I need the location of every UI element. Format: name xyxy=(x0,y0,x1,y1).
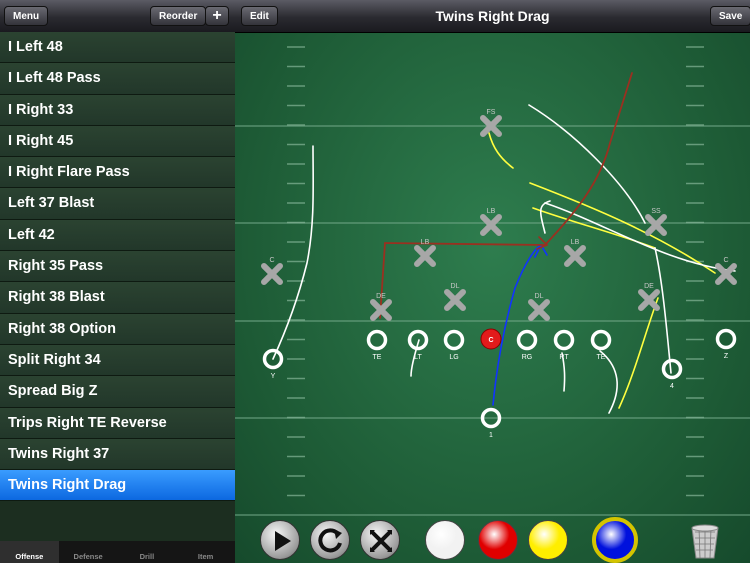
tab-item[interactable]: Item xyxy=(176,541,235,563)
reorder-button[interactable]: Reorder xyxy=(150,6,207,26)
reset-button[interactable] xyxy=(310,520,350,560)
save-button[interactable]: Save xyxy=(710,6,750,26)
play-list-item[interactable]: Left 37 Blast xyxy=(0,188,235,220)
play-list-item[interactable]: I Left 48 Pass xyxy=(0,63,235,95)
defender-label: C xyxy=(269,257,274,264)
hash-marks xyxy=(287,46,704,497)
play-icon xyxy=(275,531,291,551)
player-label: RG xyxy=(522,354,533,361)
shuffle-icon xyxy=(370,530,392,552)
play-list-item[interactable]: I Right 33 xyxy=(0,94,235,126)
defender-marker[interactable]: SS xyxy=(645,208,667,236)
play-list-item[interactable]: Right 35 Pass xyxy=(0,251,235,283)
color-swatch[interactable] xyxy=(592,517,638,563)
offense-player-marker[interactable]: TE xyxy=(366,329,388,362)
play-list-item[interactable]: I Right 45 xyxy=(0,125,235,158)
route-red-drag xyxy=(379,72,633,319)
play-list-item[interactable]: Trips Right TE Reverse xyxy=(0,407,235,439)
defender-label: DL xyxy=(535,293,544,300)
player-label: Y xyxy=(271,373,276,380)
route-white-lb xyxy=(539,200,551,234)
defender-marker[interactable]: LB xyxy=(480,208,502,236)
defender-marker[interactable]: C xyxy=(261,257,283,285)
defender-marker[interactable]: LB xyxy=(564,239,586,267)
center-marker[interactable]: C xyxy=(480,328,502,350)
color-swatch[interactable] xyxy=(478,520,518,560)
defender-label: SS xyxy=(651,208,661,215)
color-swatch[interactable] xyxy=(528,520,568,560)
play-editor: Edit Twins Right Drag Save FS LB SS C LB… xyxy=(235,0,750,563)
play-list-item[interactable]: Split Right 34 xyxy=(0,344,235,377)
tab-defense[interactable]: Defense xyxy=(59,541,118,563)
player-label: TE xyxy=(373,354,382,361)
sidebar: Menu Reorder + I Left 48 I Left 48 Pass I … xyxy=(0,0,235,563)
route-yellow-te xyxy=(618,297,659,409)
route-blue-qb xyxy=(492,244,542,406)
color-swatch[interactable] xyxy=(425,520,465,560)
tab-offense[interactable]: Offense xyxy=(0,541,59,563)
offense-player-marker[interactable]: LT xyxy=(407,329,429,362)
offense-player-marker[interactable]: 1 xyxy=(480,407,502,440)
player-label: TE xyxy=(597,354,606,361)
route-white-y xyxy=(272,145,315,360)
offense-player-marker[interactable]: Y xyxy=(262,348,284,381)
add-play-button[interactable]: + xyxy=(205,6,229,26)
defender-marker[interactable]: FS xyxy=(480,109,502,137)
field-canvas[interactable]: FS LB SS C LB LB C DE DL DL DE Y TE LT LG C RG RT TE Z 4 1 xyxy=(235,33,750,563)
play-button[interactable] xyxy=(260,520,300,560)
football-field[interactable]: FS LB SS C LB LB C DE DL DL DE Y TE LT LG C RG RT TE Z 4 1 xyxy=(235,33,750,563)
play-list-item[interactable]: Right 38 Option xyxy=(0,313,235,345)
menu-button[interactable]: Menu xyxy=(4,6,49,26)
defender-marker[interactable]: DL xyxy=(528,293,550,321)
play-title: Twins Right Drag xyxy=(435,8,550,24)
player-label: 1 xyxy=(489,432,493,439)
offense-player-marker[interactable]: RT xyxy=(553,329,575,362)
player-label: Z xyxy=(724,353,729,360)
play-list-item[interactable]: Twins Right Drag xyxy=(0,470,235,502)
offense-player-marker[interactable]: Z xyxy=(715,328,737,361)
player-label: LG xyxy=(449,354,458,361)
yard-lines xyxy=(235,125,750,516)
offense-players: Y TE LT LG C RG RT TE Z 4 1 xyxy=(262,328,737,440)
defender-label: LB xyxy=(571,239,580,246)
defender-label: DE xyxy=(376,293,386,300)
play-list-item[interactable]: Left 42 xyxy=(0,219,235,252)
offense-player-marker[interactable]: RG xyxy=(516,329,538,362)
player-label: LT xyxy=(414,354,422,361)
player-label: RT xyxy=(559,354,569,361)
player-label: 4 xyxy=(670,383,674,390)
defender-label: C xyxy=(723,257,728,264)
offense-player-marker[interactable]: 4 xyxy=(661,358,683,391)
defender-marker[interactable]: DL xyxy=(444,283,466,311)
play-list: I Left 48 I Left 48 Pass I Right 33 I Right… xyxy=(0,32,235,502)
tab-drill[interactable]: Drill xyxy=(118,541,177,563)
play-list-item[interactable]: I Left 48 xyxy=(0,32,235,64)
route-yellow-2 xyxy=(529,182,716,274)
play-list-item[interactable]: I Right Flare Pass xyxy=(0,157,235,189)
defense-players: FS LB SS C LB LB C DE DL DL DE xyxy=(261,109,737,321)
trash-button[interactable] xyxy=(687,522,723,560)
play-list-item[interactable]: Spread Big Z xyxy=(0,376,235,408)
trash-icon xyxy=(691,524,719,559)
defender-marker[interactable]: DE xyxy=(638,283,660,311)
play-list-item[interactable]: Twins Right 37 xyxy=(0,438,235,471)
sidebar-toolbar: Menu Reorder + xyxy=(0,0,235,33)
defender-label: DE xyxy=(644,283,654,290)
defender-label: FS xyxy=(487,109,496,116)
defender-label: LB xyxy=(421,239,430,246)
route-yellow-fs xyxy=(488,132,514,169)
shuffle-button[interactable] xyxy=(360,520,400,560)
editor-toolbar: Edit Twins Right Drag Save xyxy=(235,0,750,33)
play-list-item[interactable]: Right 38 Blast xyxy=(0,282,235,314)
tab-bar: Offense Defense Drill Item xyxy=(0,541,235,563)
defender-label: LB xyxy=(487,208,496,215)
reset-icon xyxy=(318,528,342,553)
defender-label: DL xyxy=(451,283,460,290)
player-label: C xyxy=(488,337,493,344)
offense-player-marker[interactable]: LG xyxy=(443,329,465,362)
